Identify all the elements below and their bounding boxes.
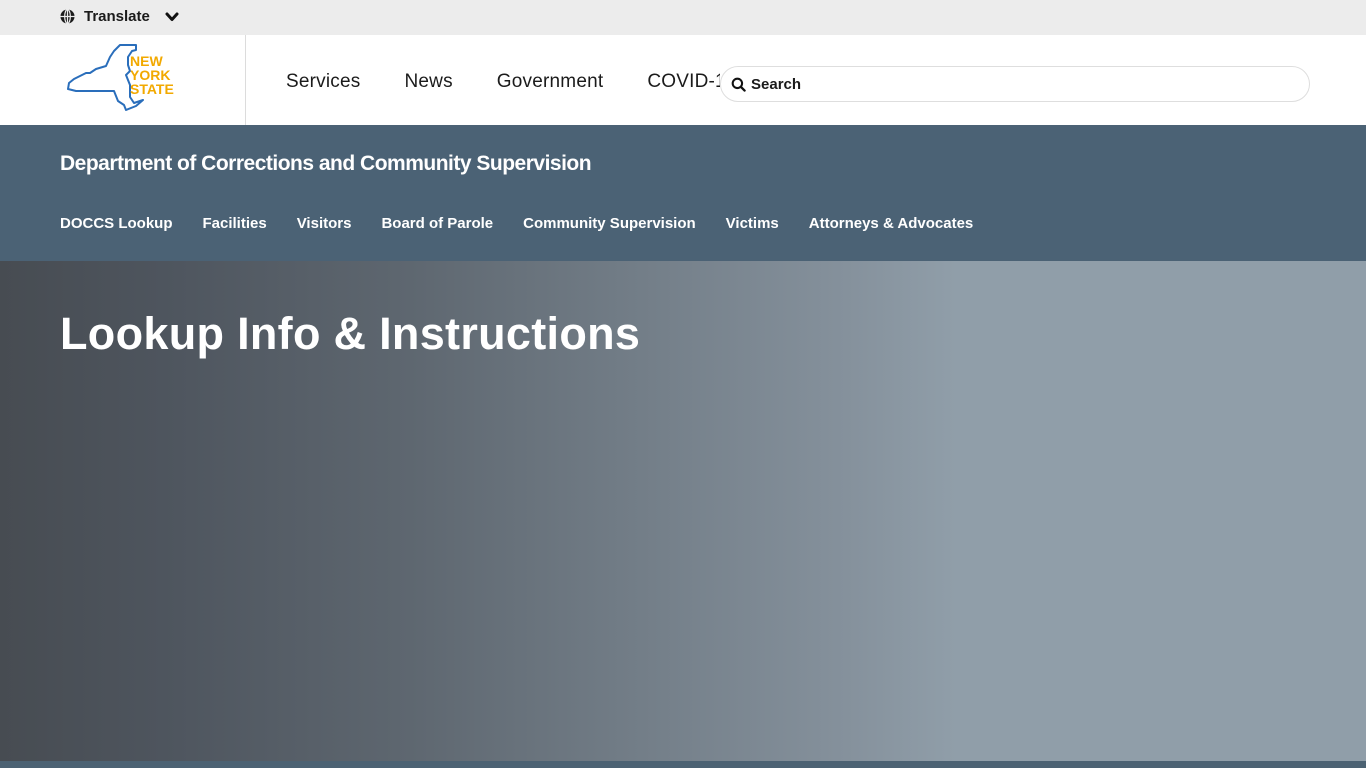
nys-logo[interactable]: NEW YORK STATE (66, 43, 180, 113)
agency-nav-visitors[interactable]: Visitors (297, 215, 352, 232)
agency-nav-doccs-lookup[interactable]: DOCCS Lookup (60, 215, 173, 232)
nav-government[interactable]: Government (497, 71, 604, 93)
search-box[interactable] (720, 66, 1310, 102)
search-input[interactable] (751, 75, 1291, 93)
agency-nav: DOCCS Lookup Facilities Visitors Board o… (60, 215, 1003, 232)
page-title: Lookup Info & Instructions (60, 308, 641, 359)
agency-nav-board-of-parole[interactable]: Board of Parole (381, 215, 493, 232)
logo-container: NEW YORK STATE (0, 35, 246, 125)
translate-button[interactable]: Translate (60, 8, 179, 25)
nav-covid-19[interactable]: COVID-19 (647, 71, 720, 93)
site-header: NEW YORK STATE Services News Government … (0, 35, 1366, 125)
nav-services[interactable]: Services (286, 71, 360, 93)
agency-nav-attorneys-advocates[interactable]: Attorneys & Advocates (809, 215, 974, 232)
agency-title[interactable]: Department of Corrections and Community … (60, 152, 592, 176)
globe-icon (60, 9, 75, 24)
chevron-down-icon (165, 12, 179, 21)
section-divider (0, 761, 1366, 768)
hero-banner: Lookup Info & Instructions (0, 261, 1366, 761)
translate-label: Translate (84, 8, 150, 25)
search-icon (731, 77, 746, 92)
main-nav-viewport: Services News Government COVID-19 (286, 35, 720, 125)
translate-bar: Translate (0, 0, 1366, 35)
agency-nav-facilities[interactable]: Facilities (203, 215, 267, 232)
main-nav: Services News Government COVID-19 (286, 71, 720, 93)
agency-bar: Department of Corrections and Community … (0, 125, 1366, 261)
agency-nav-community-supervision[interactable]: Community Supervision (523, 215, 696, 232)
logo-text-state: STATE (130, 81, 174, 97)
nav-news[interactable]: News (404, 71, 452, 93)
agency-nav-victims[interactable]: Victims (726, 215, 779, 232)
